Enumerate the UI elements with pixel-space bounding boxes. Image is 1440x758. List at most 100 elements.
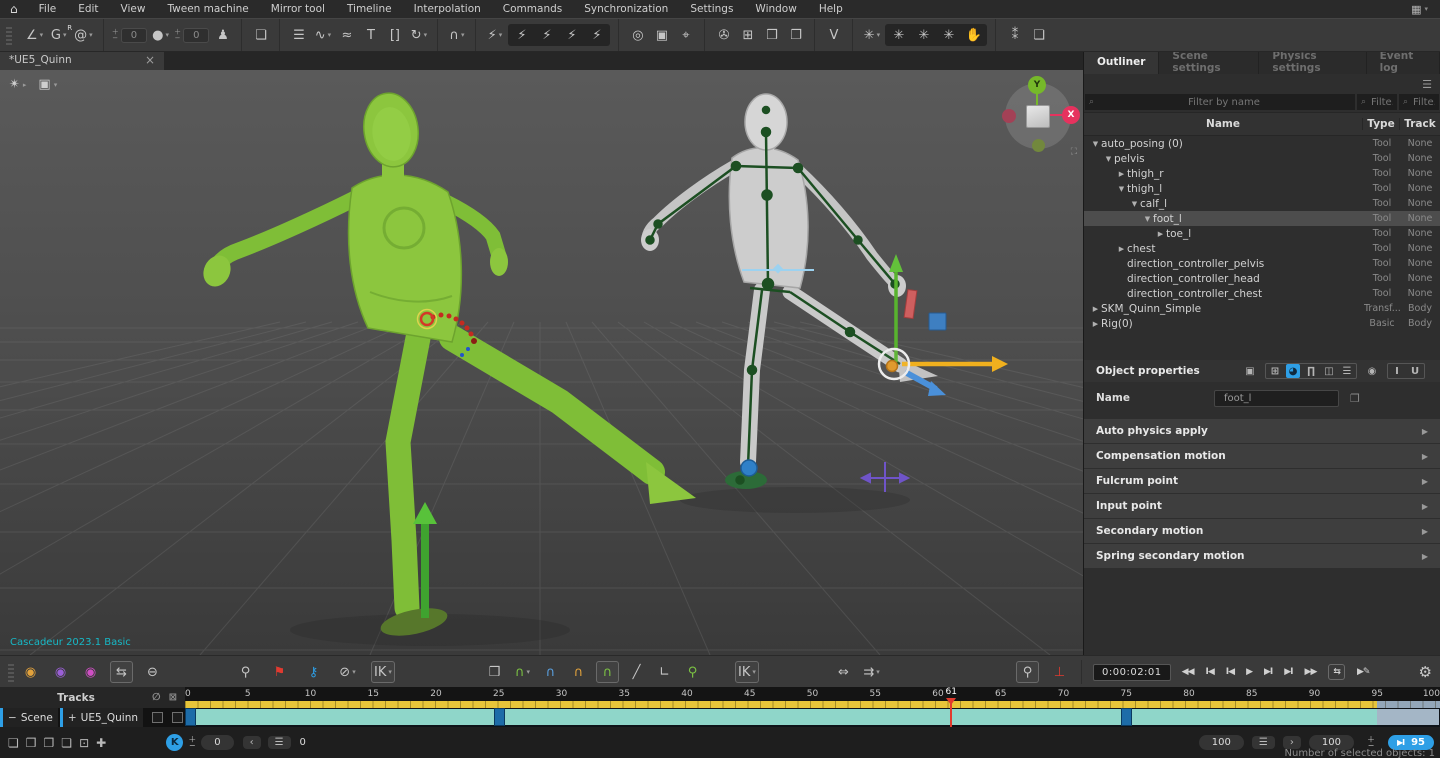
props-eye-icon[interactable]: ◉ bbox=[1365, 364, 1379, 378]
jump-prev-key-button[interactable]: Ι◀ bbox=[1206, 667, 1214, 677]
scene-tab[interactable]: *UE5_Quinn × bbox=[0, 50, 164, 70]
ghost-tool-icon[interactable]: ❏ bbox=[250, 25, 271, 45]
arc-green2-icon[interactable]: ∩ bbox=[596, 661, 619, 683]
target-tool-icon[interactable]: ◎ bbox=[627, 25, 648, 45]
column-type[interactable]: Type bbox=[1362, 118, 1399, 130]
wave-tool-icon[interactable]: ∿▾ bbox=[312, 25, 333, 45]
outliner-row-auto_posing0[interactable]: ▼auto_posing (0)ToolNone bbox=[1084, 136, 1440, 151]
interval-tool-icon[interactable]: [] bbox=[384, 25, 405, 45]
track-checkbox-1[interactable] bbox=[152, 712, 163, 723]
joint-p2-tool-icon[interactable]: ✳ bbox=[888, 25, 909, 45]
expander-icon[interactable]: ▶ bbox=[1155, 230, 1166, 238]
props-mirror-icon[interactable]: ◫ bbox=[1322, 364, 1336, 378]
name-filter[interactable]: ⌕ bbox=[1085, 94, 1355, 110]
dropdown-caret-icon[interactable]: ▾ bbox=[63, 31, 67, 39]
type-filter-input[interactable] bbox=[1369, 96, 1395, 109]
spread-tool-icon[interactable]: ⇔ bbox=[833, 662, 854, 682]
section-auto-physics-apply[interactable]: Auto physics apply▶ bbox=[1084, 419, 1440, 443]
run-path-tool-icon[interactable]: ⚡ bbox=[536, 25, 557, 45]
dropdown-caret-icon[interactable]: ▾ bbox=[388, 668, 392, 676]
tab-event-log[interactable]: Event log bbox=[1367, 50, 1440, 74]
point-tool-icon[interactable]: ●▾ bbox=[150, 25, 171, 45]
viewport-camera-button[interactable]: ▣▾ bbox=[38, 77, 57, 92]
line-interp-icon[interactable]: ╱ bbox=[626, 662, 647, 682]
expander-icon[interactable]: ▼ bbox=[1142, 215, 1153, 223]
track-filter[interactable]: ⌕ bbox=[1399, 94, 1439, 110]
track-filter-input[interactable] bbox=[1411, 96, 1437, 109]
loop-button[interactable]: ⇆ bbox=[1328, 664, 1345, 680]
gizmo-neg-y-axis[interactable] bbox=[1032, 139, 1045, 152]
props-interp-i-icon[interactable]: Ι bbox=[1390, 364, 1404, 378]
character-tool-icon[interactable]: ♟ bbox=[212, 25, 233, 45]
track-remove-icon[interactable]: ❐ bbox=[44, 736, 55, 750]
tab-physics-settings[interactable]: Physics settings bbox=[1259, 50, 1366, 74]
pin-red-icon[interactable]: ⊥ bbox=[1049, 662, 1070, 682]
step-forward-button[interactable]: ▶Ι bbox=[1264, 667, 1272, 677]
ban-tool-icon[interactable]: ⊘▾ bbox=[337, 662, 358, 682]
run-exit-tool-icon[interactable]: ⚡ bbox=[586, 25, 607, 45]
cycle-tool-icon[interactable]: ⇆ bbox=[110, 661, 133, 683]
current-frame-value[interactable]: 0 bbox=[201, 735, 233, 750]
g-selection-tool-icon[interactable]: GR▾ bbox=[48, 25, 69, 45]
curves-tool-icon[interactable]: ≈ bbox=[336, 25, 357, 45]
track-add-key-icon[interactable]: ✚ bbox=[96, 736, 106, 750]
orientation-gizmo[interactable]: Y X ⛶ bbox=[1005, 83, 1071, 149]
play-button[interactable]: ▶ bbox=[1246, 667, 1252, 677]
expander-icon[interactable]: ▶ bbox=[1090, 320, 1101, 328]
menu-item-window[interactable]: Window bbox=[744, 0, 807, 18]
outliner-row-SKM_Quinn_Simple[interactable]: ▶SKM_Quinn_SimpleTransf...Body bbox=[1084, 301, 1440, 316]
fast-forward-button[interactable]: ▶▶ bbox=[1305, 667, 1317, 677]
hamburger-menu-icon[interactable]: ☰ bbox=[1422, 78, 1432, 91]
menu-item-tween-machine[interactable]: Tween machine bbox=[156, 0, 259, 18]
bone-tool-button[interactable]: ✴▸ bbox=[9, 77, 26, 92]
stepper-icons[interactable]: ＋− bbox=[112, 29, 119, 41]
ghost-purple-icon[interactable]: ◉ bbox=[50, 662, 71, 682]
list-button-2[interactable]: ☰ bbox=[1252, 736, 1275, 749]
outliner-row-chest[interactable]: ▶chestToolNone bbox=[1084, 241, 1440, 256]
rotate-tool-icon[interactable]: ↻▾ bbox=[408, 25, 429, 45]
keyframe-25[interactable] bbox=[494, 708, 505, 726]
section-compensation-motion[interactable]: Compensation motion▶ bbox=[1084, 444, 1440, 468]
outliner-row-direction_controller_head[interactable]: direction_controller_headToolNone bbox=[1084, 271, 1440, 286]
size-spinner[interactable]: ＋−0 bbox=[174, 28, 209, 43]
playbar-grip[interactable] bbox=[8, 662, 14, 682]
close-icon[interactable]: × bbox=[145, 53, 155, 67]
timeline-ruler[interactable]: 0510152025303540455055606570758085909510… bbox=[185, 687, 1440, 708]
menu-item-commands[interactable]: Commands bbox=[492, 0, 573, 18]
step-interp-icon[interactable]: ∟ bbox=[654, 662, 675, 682]
footsteps-tool-icon[interactable]: ⁑ bbox=[1004, 25, 1025, 45]
outliner-row-thigh_r[interactable]: ▶thigh_rToolNone bbox=[1084, 166, 1440, 181]
tab-scene-settings[interactable]: Scene settings bbox=[1159, 50, 1259, 74]
menu-item-mirror-tool[interactable]: Mirror tool bbox=[260, 0, 336, 18]
arc-green-icon[interactable]: ∩▾ bbox=[512, 662, 533, 682]
interval-spinner[interactable]: ＋−0 bbox=[112, 28, 147, 43]
expander-icon[interactable]: ▶ bbox=[1116, 170, 1127, 178]
section-input-point[interactable]: Input point▶ bbox=[1084, 494, 1440, 518]
pin-black-icon[interactable]: ⚲ bbox=[1016, 661, 1039, 683]
outliner-row-direction_controller_chest[interactable]: direction_controller_chestToolNone bbox=[1084, 286, 1440, 301]
section-spring-secondary-motion[interactable]: Spring secondary motion▶ bbox=[1084, 544, 1440, 568]
joint-p-tool-icon[interactable]: ✳▾ bbox=[861, 25, 882, 45]
menu-item-help[interactable]: Help bbox=[808, 0, 854, 18]
props-grid-icon[interactable]: ⊞ bbox=[1268, 364, 1282, 378]
dropdown-caret-icon[interactable]: ▾ bbox=[527, 668, 531, 676]
remove-cycle-tool-icon[interactable]: ⊖ bbox=[142, 662, 163, 682]
screenshot-tool-icon[interactable]: ❏ bbox=[1028, 25, 1049, 45]
section-fulcrum-point[interactable]: Fulcrum point▶ bbox=[1084, 469, 1440, 493]
axes-tool-icon[interactable]: ∠▾ bbox=[24, 25, 45, 45]
name-filter-input[interactable] bbox=[1097, 96, 1351, 109]
frame-stepper[interactable]: ＋− bbox=[188, 737, 196, 749]
menu-item-timeline[interactable]: Timeline bbox=[336, 0, 403, 18]
ghost-magenta-icon[interactable]: ◉ bbox=[80, 662, 101, 682]
dropdown-caret-icon[interactable]: ▾ bbox=[499, 31, 503, 39]
expander-icon[interactable]: ▼ bbox=[1129, 200, 1140, 208]
menu-item-interpolation[interactable]: Interpolation bbox=[403, 0, 492, 18]
interval-spinner-value[interactable]: 0 bbox=[121, 28, 147, 43]
jump-next-key-button[interactable]: ▶Ι bbox=[1284, 667, 1292, 677]
focus-tool-icon[interactable]: ⌖ bbox=[675, 25, 696, 45]
v-logo-icon[interactable]: V bbox=[823, 25, 844, 45]
eye-off-icon[interactable]: ∅ bbox=[152, 692, 161, 703]
blue-marker[interactable] bbox=[929, 313, 946, 330]
dropdown-caret-icon[interactable]: ▾ bbox=[40, 31, 44, 39]
dropdown-caret-icon[interactable]: ▾ bbox=[876, 668, 880, 676]
